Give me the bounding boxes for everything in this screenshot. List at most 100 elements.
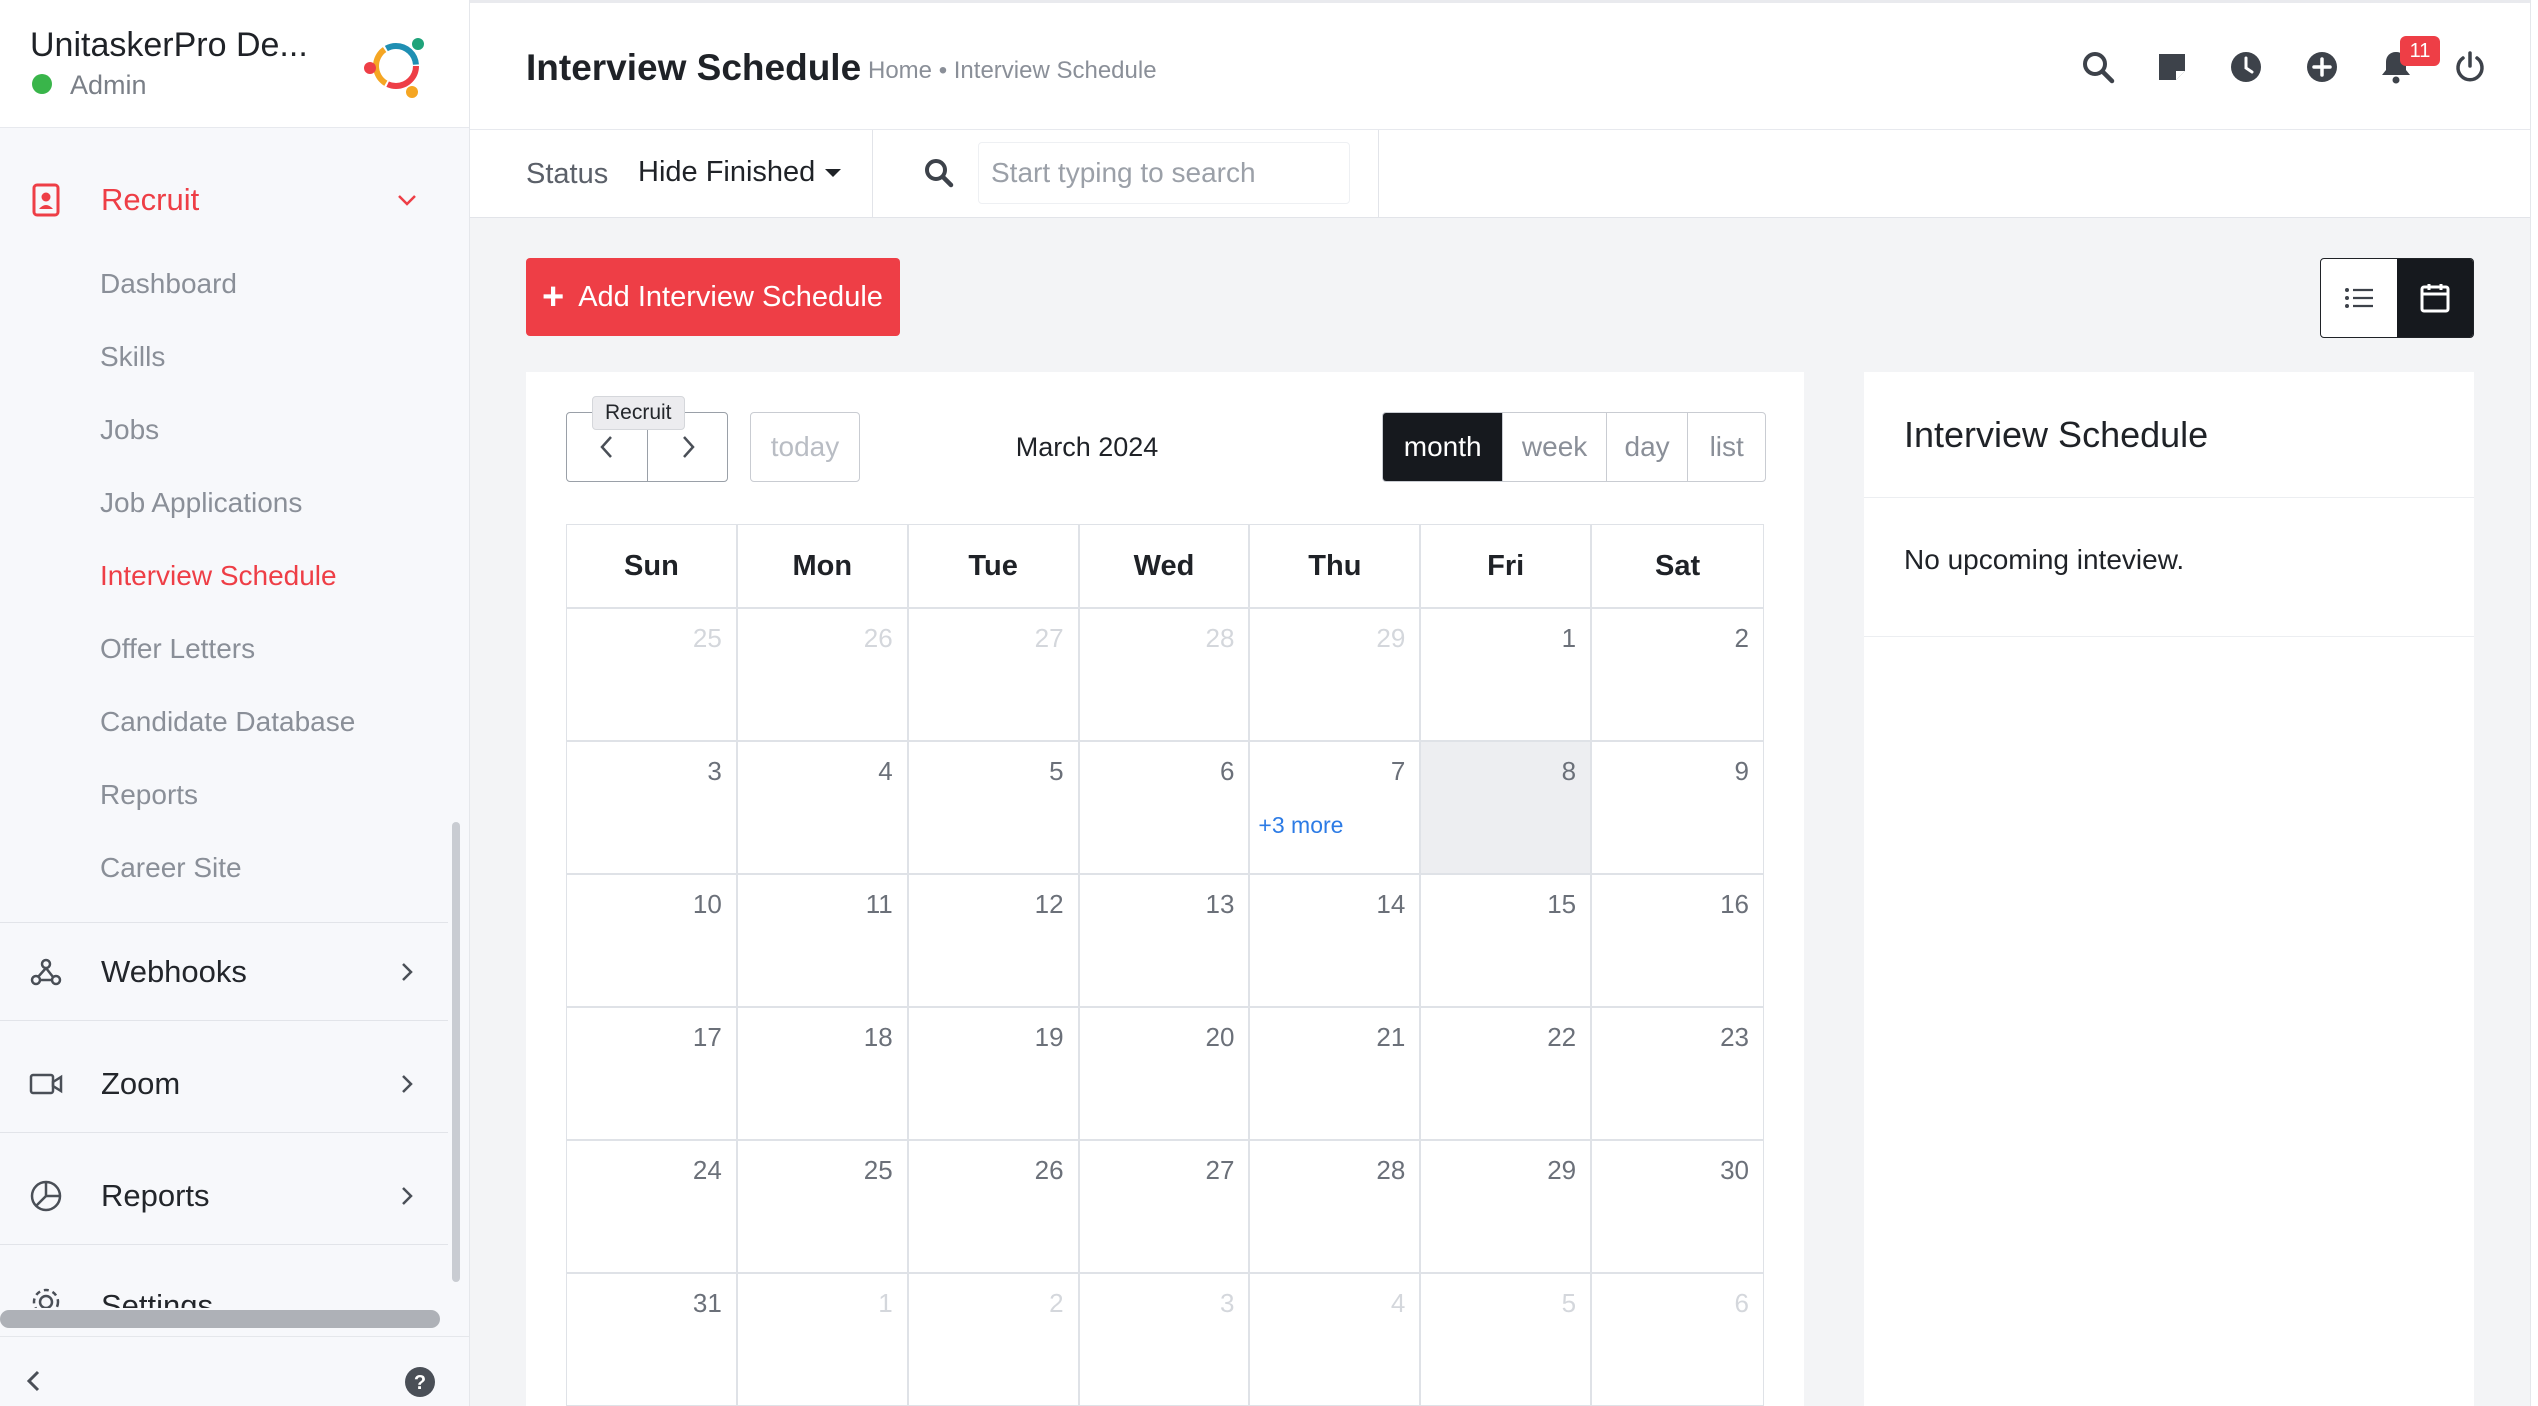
calendar-day[interactable]: 3	[567, 742, 738, 875]
day-number[interactable]: 10	[693, 889, 722, 920]
day-number[interactable]: 27	[1035, 623, 1064, 654]
sidebar-item-recruit[interactable]: Recruit	[0, 150, 448, 250]
day-number[interactable]: 5	[1049, 756, 1063, 787]
calendar-day[interactable]: 4	[737, 742, 909, 875]
day-number[interactable]: 27	[1206, 1155, 1235, 1186]
calendar-day[interactable]: 28	[1079, 609, 1251, 742]
day-number[interactable]: 20	[1206, 1022, 1235, 1053]
calendar-day[interactable]: 27	[908, 609, 1080, 742]
day-number[interactable]: 14	[1376, 889, 1405, 920]
day-number[interactable]: 1	[1562, 623, 1576, 654]
day-number[interactable]: 4	[878, 756, 892, 787]
day-number[interactable]: 11	[866, 889, 893, 920]
day-number[interactable]: 26	[864, 623, 893, 654]
sidebar-item-webhooks[interactable]: Webhooks	[0, 922, 448, 1022]
calendar-day[interactable]: 15	[1421, 875, 1593, 1008]
day-number[interactable]: 3	[707, 756, 721, 787]
calendar-day[interactable]: 5	[1421, 1274, 1593, 1406]
day-number[interactable]: 26	[1035, 1155, 1064, 1186]
calendar-day[interactable]: 25	[737, 1141, 909, 1274]
day-number[interactable]: 17	[693, 1022, 722, 1053]
day-number[interactable]: 15	[1547, 889, 1576, 920]
calendar-day[interactable]: 13	[1079, 875, 1251, 1008]
day-number[interactable]: 23	[1720, 1022, 1749, 1053]
calendar-day[interactable]: 29	[1421, 1141, 1593, 1274]
day-number[interactable]: 7	[1391, 756, 1405, 787]
sidebar-item-skills[interactable]: Skills	[100, 341, 165, 373]
week-view-button[interactable]: week	[1502, 413, 1605, 481]
day-number[interactable]: 19	[1035, 1022, 1064, 1053]
day-number[interactable]: 18	[864, 1022, 893, 1053]
calendar-day[interactable]: 12	[908, 875, 1080, 1008]
day-number[interactable]: 5	[1562, 1288, 1576, 1319]
day-number[interactable]: 30	[1720, 1155, 1749, 1186]
calendar-day[interactable]: 16	[1592, 875, 1763, 1008]
day-number[interactable]: 9	[1735, 756, 1749, 787]
calendar-day[interactable]: 24	[567, 1141, 738, 1274]
sidebar-item-zoom[interactable]: Zoom	[0, 1034, 448, 1134]
day-number[interactable]: 2	[1049, 1288, 1063, 1319]
day-number[interactable]: 2	[1735, 623, 1749, 654]
calendar-day[interactable]: 6	[1592, 1274, 1763, 1406]
day-number[interactable]: 21	[1376, 1022, 1405, 1053]
calendar-day-today[interactable]: 8	[1421, 742, 1593, 875]
sidebar-item-candidate-database[interactable]: Candidate Database	[100, 706, 355, 738]
today-button[interactable]: today	[750, 412, 860, 482]
sidebar-item-offer-letters[interactable]: Offer Letters	[100, 633, 255, 665]
status-filter-dropdown[interactable]: Hide Finished	[638, 156, 842, 189]
calendar-day[interactable]: 20	[1079, 1008, 1251, 1141]
calendar-day[interactable]: 1	[1421, 609, 1593, 742]
calendar-day[interactable]: 29	[1250, 609, 1422, 742]
calendar-day[interactable]: 28	[1250, 1141, 1422, 1274]
calendar-day[interactable]: 3	[1079, 1274, 1251, 1406]
sidebar-item-settings[interactable]: Settings	[0, 1258, 448, 1308]
day-number[interactable]: 22	[1547, 1022, 1576, 1053]
calendar-day[interactable]: 5	[908, 742, 1080, 875]
calendar-day[interactable]: 26	[908, 1141, 1080, 1274]
list-view-button[interactable]	[2321, 259, 2397, 337]
add-interview-schedule-button[interactable]: + Add Interview Schedule	[526, 258, 900, 336]
search-icon[interactable]	[2078, 47, 2118, 87]
calendar-day[interactable]: 1	[737, 1274, 909, 1406]
calendar-day[interactable]: 30	[1592, 1141, 1763, 1274]
day-number[interactable]: 8	[1562, 756, 1576, 787]
sidebar-item-recruit-reports[interactable]: Reports	[100, 779, 198, 811]
breadcrumb[interactable]: Home • Interview Schedule	[868, 57, 1157, 85]
sidebar-horizontal-scrollbar[interactable]	[0, 1310, 440, 1328]
day-number[interactable]: 28	[1376, 1155, 1405, 1186]
calendar-day[interactable]: 21	[1250, 1008, 1422, 1141]
clock-icon[interactable]	[2226, 47, 2266, 87]
sidebar-item-career-site[interactable]: Career Site	[100, 852, 242, 884]
calendar-day[interactable]: 4	[1250, 1274, 1422, 1406]
day-number[interactable]: 25	[864, 1155, 893, 1186]
calendar-day[interactable]: 23	[1592, 1008, 1763, 1141]
day-number[interactable]: 3	[1220, 1288, 1234, 1319]
day-number[interactable]: 16	[1720, 889, 1749, 920]
sidebar-vertical-scrollbar[interactable]	[452, 822, 460, 1282]
day-number[interactable]: 12	[1035, 889, 1064, 920]
day-number[interactable]: 13	[1206, 889, 1235, 920]
search-input[interactable]	[978, 142, 1350, 204]
day-number[interactable]: 24	[693, 1155, 722, 1186]
calendar-day[interactable]: 31	[567, 1274, 738, 1406]
calendar-day[interactable]: 25	[567, 609, 738, 742]
more-events-link[interactable]: +3 more	[1258, 812, 1343, 839]
day-number[interactable]: 28	[1206, 623, 1235, 654]
calendar-day[interactable]: 27	[1079, 1141, 1251, 1274]
calendar-day[interactable]: 26	[737, 609, 909, 742]
sticky-note-icon[interactable]	[2152, 47, 2192, 87]
collapse-sidebar-icon[interactable]	[18, 1366, 48, 1396]
day-number[interactable]: 1	[878, 1288, 892, 1319]
day-number[interactable]: 4	[1391, 1288, 1405, 1319]
sidebar-item-dashboard[interactable]: Dashboard	[100, 268, 237, 300]
power-icon[interactable]	[2450, 47, 2490, 87]
calendar-day[interactable]: 2	[908, 1274, 1080, 1406]
calendar-day[interactable]: 2	[1592, 609, 1763, 742]
calendar-day[interactable]: 19	[908, 1008, 1080, 1141]
company-name[interactable]: UnitaskerPro De...	[30, 26, 308, 65]
sidebar-item-jobs[interactable]: Jobs	[100, 414, 159, 446]
day-view-button[interactable]: day	[1605, 413, 1688, 481]
month-view-button[interactable]: month	[1383, 413, 1503, 481]
calendar-day[interactable]: 22	[1421, 1008, 1593, 1141]
calendar-day[interactable]: 18	[737, 1008, 909, 1141]
